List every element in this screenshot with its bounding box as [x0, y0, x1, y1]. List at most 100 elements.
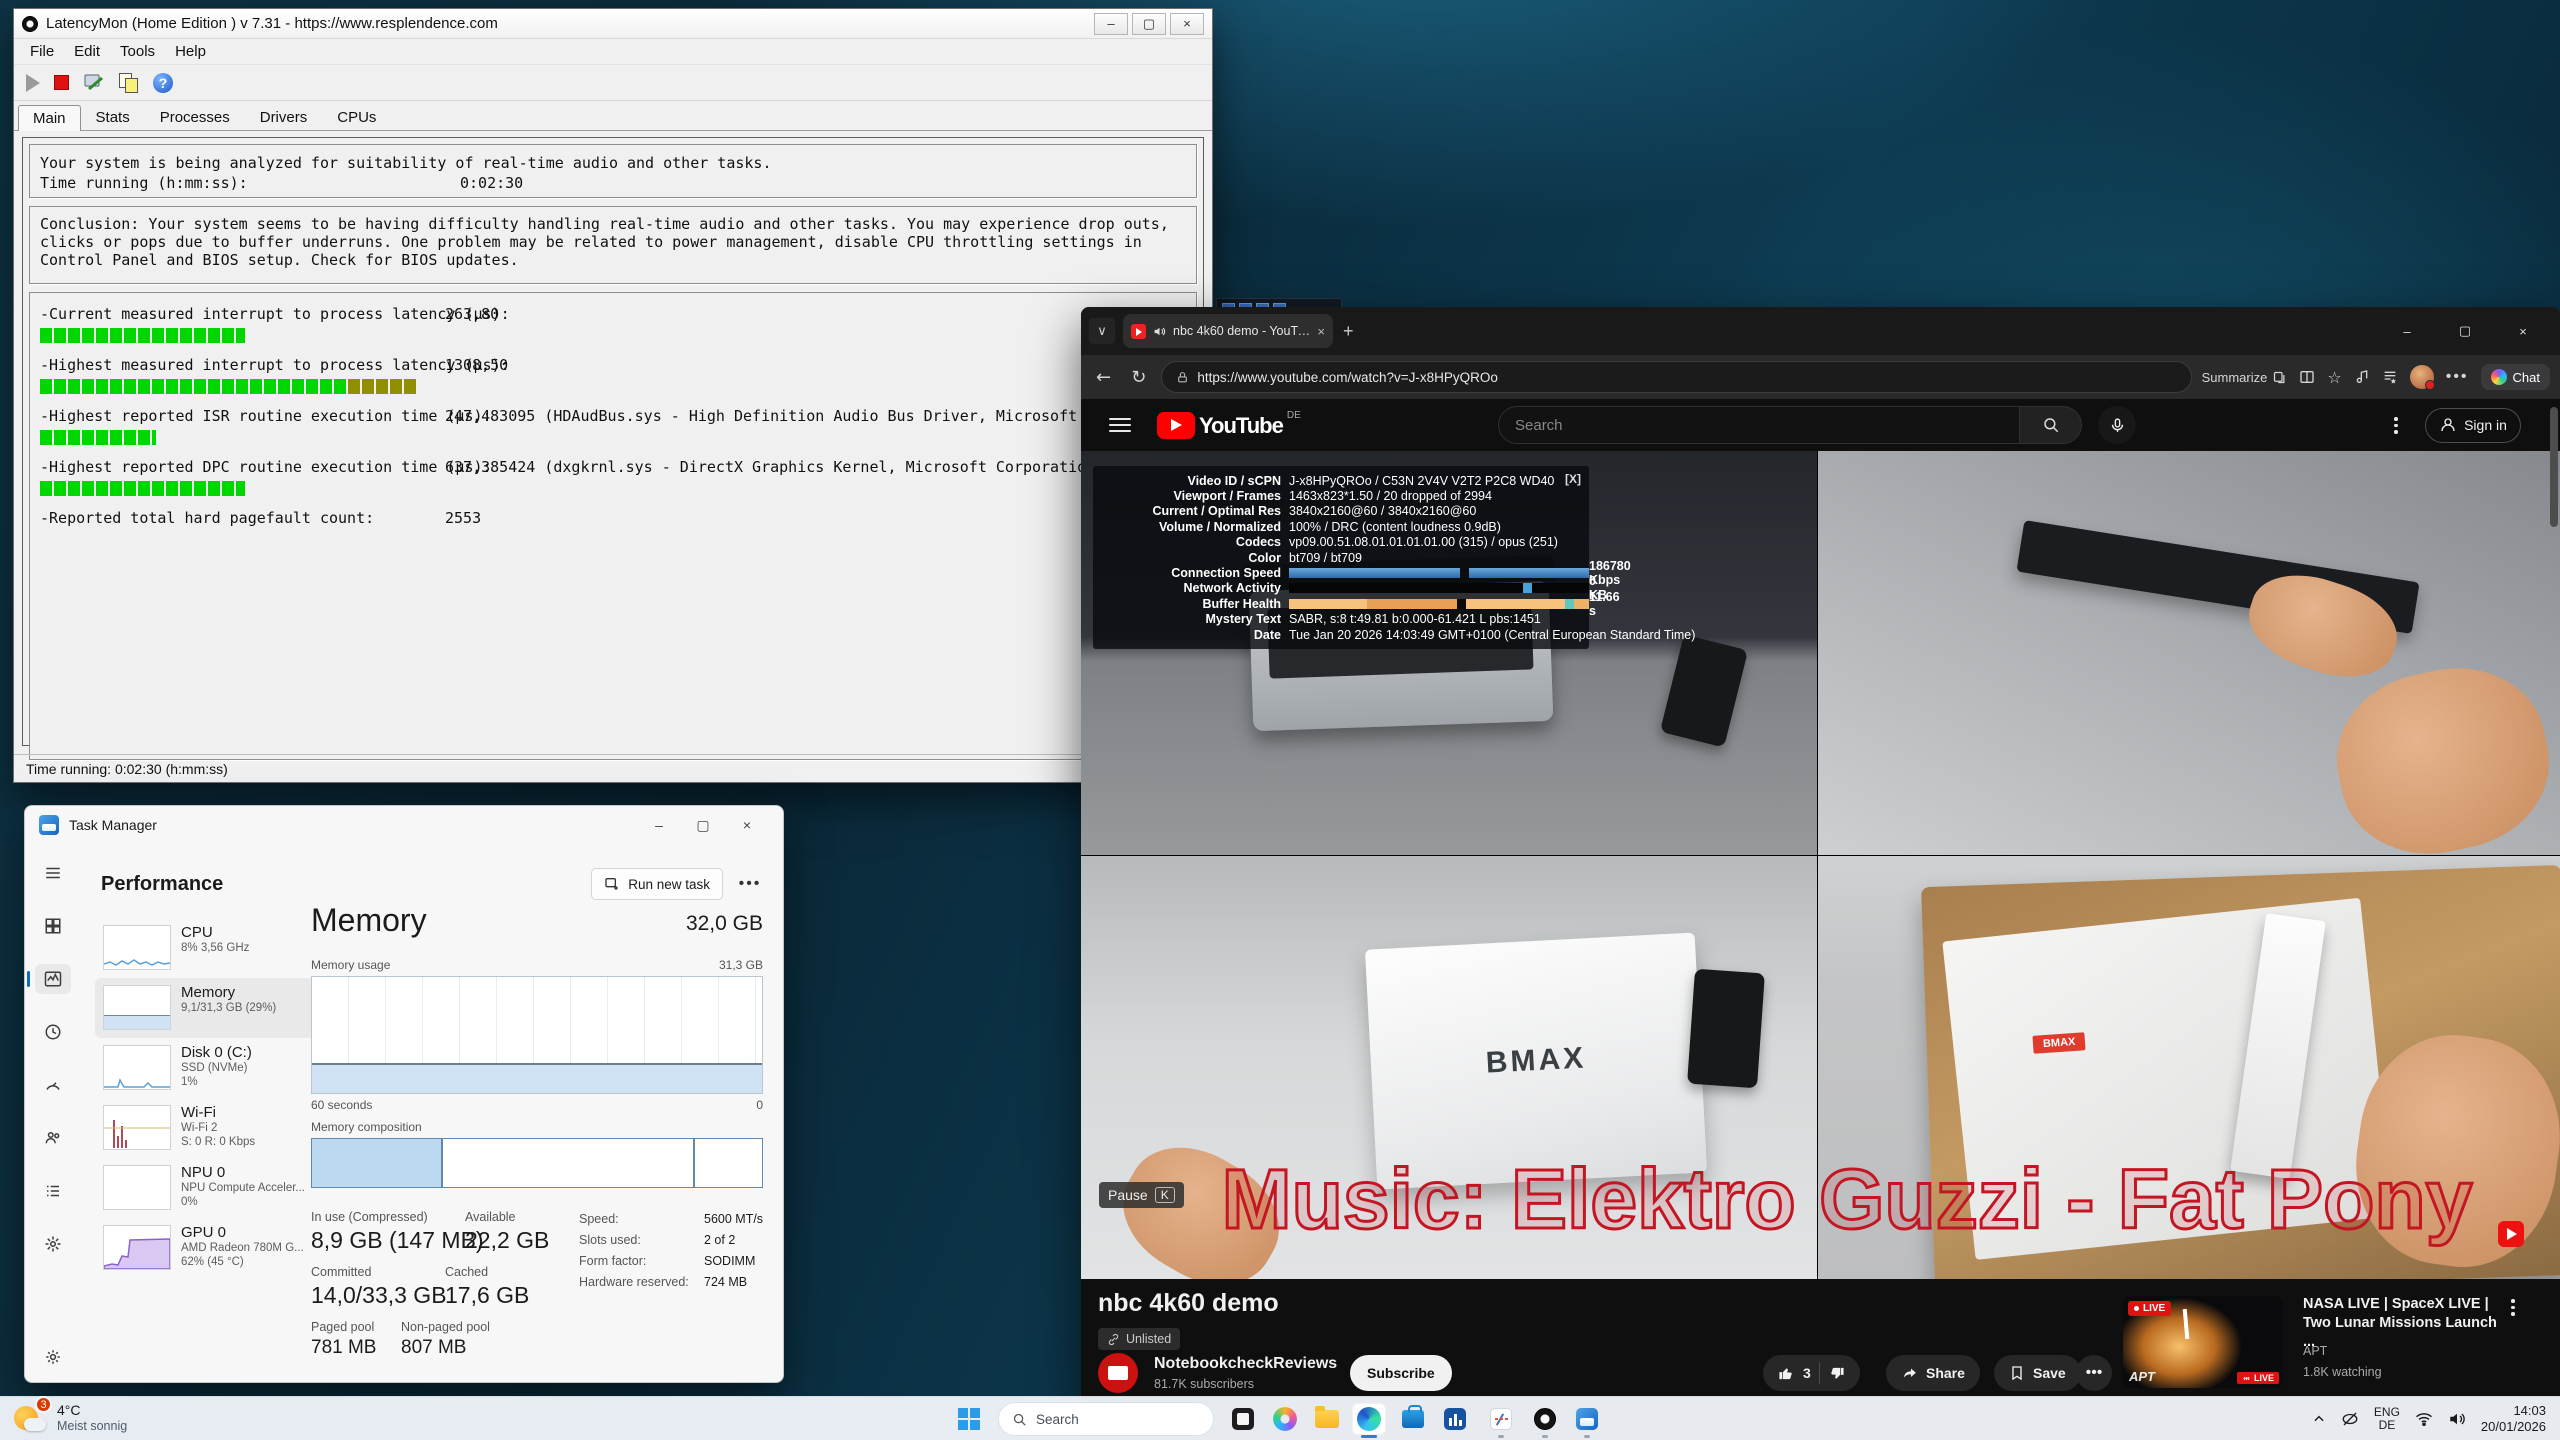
menu-help[interactable]: Help — [165, 40, 216, 63]
list-item-cpu[interactable]: CPU 8% 3,56 GHz — [95, 918, 317, 978]
video-more-button[interactable]: ••• — [2076, 1355, 2112, 1391]
thumbs-up-icon[interactable] — [1778, 1365, 1795, 1382]
list-item-disk[interactable]: Disk 0 (C:) SSD (NVMe) 1% — [95, 1038, 317, 1098]
thumbs-down-icon[interactable] — [1828, 1365, 1845, 1382]
suggested-video-menu-icon[interactable] — [2511, 1299, 2515, 1316]
nav-menu-icon[interactable] — [35, 858, 71, 888]
more-options-button[interactable]: ••• — [733, 869, 767, 899]
microsoft-store-icon[interactable] — [1396, 1403, 1430, 1435]
list-item-wifi[interactable]: Wi-Fi Wi-Fi 2 S: 0 R: 0 Kbps — [95, 1098, 317, 1158]
youtube-settings-icon[interactable] — [2394, 417, 2398, 434]
menu-edit[interactable]: Edit — [64, 40, 110, 63]
refresh-icon[interactable]: ↻ — [1126, 367, 1151, 388]
taskbar-search[interactable]: Search — [998, 1402, 1214, 1436]
minimize-button[interactable]: – — [1094, 13, 1128, 35]
browser-more-icon[interactable]: ••• — [2446, 368, 2469, 386]
taskbar-widgets-app-icon[interactable] — [1226, 1403, 1260, 1435]
edge-browser-icon[interactable] — [1352, 1403, 1386, 1435]
list-item-npu[interactable]: NPU 0 NPU Compute Acceler... 0% — [95, 1158, 317, 1218]
minimize-button[interactable]: – — [2378, 314, 2436, 348]
page-scrollbar[interactable] — [2550, 407, 2558, 527]
tab-audio-icon[interactable] — [1153, 325, 1166, 338]
settings-gear-icon[interactable] — [35, 1342, 71, 1372]
search-input[interactable] — [1498, 406, 2020, 444]
address-bar[interactable]: https://www.youtube.com/watch?v=J-x8HPyQ… — [1161, 361, 2191, 393]
profile-avatar[interactable] — [2410, 365, 2434, 389]
help-icon[interactable]: ? — [153, 73, 173, 93]
taskbar-clock[interactable]: 14:03 20/01/2026 — [2481, 1403, 2546, 1435]
nav-services-icon[interactable] — [35, 1229, 71, 1259]
list-item-gpu[interactable]: GPU 0 AMD Radeon 780M G... 62% (45 °C) — [95, 1218, 317, 1278]
list-item-memory[interactable]: Memory 9,1/31,3 GB (29%) — [95, 978, 317, 1038]
tab-stats[interactable]: Stats — [81, 104, 145, 130]
nav-performance-icon[interactable] — [35, 964, 71, 994]
memory-composition-bar[interactable] — [311, 1138, 763, 1188]
suggested-video-thumbnail[interactable]: LIVE APT LIVE — [2123, 1296, 2283, 1388]
suggested-video-channel[interactable]: APT — [2303, 1344, 2327, 1358]
nav-users-icon[interactable] — [35, 1123, 71, 1153]
analyze-icon[interactable] — [83, 72, 105, 94]
tab-cpus[interactable]: CPUs — [322, 104, 391, 130]
suggested-video-title[interactable]: NASA LIVE | SpaceX LIVE | Two Lunar Miss… — [2303, 1295, 2503, 1352]
tray-chevron-icon[interactable] — [2312, 1412, 2326, 1426]
eye-off-icon[interactable] — [2341, 1410, 2359, 1428]
stats-close-button[interactable]: [X] — [1565, 472, 1581, 486]
run-new-task-button[interactable]: Run new task — [591, 868, 723, 900]
snipping-tool-icon[interactable] — [1484, 1403, 1518, 1435]
start-monitor-icon[interactable] — [26, 74, 40, 92]
split-screen-icon[interactable] — [2299, 369, 2315, 385]
start-button[interactable] — [952, 1403, 986, 1435]
tab-drivers[interactable]: Drivers — [245, 104, 323, 130]
youtube-logo[interactable]: YouTube DE — [1157, 412, 1301, 439]
task-manager-titlebar[interactable]: Task Manager – ▢ × — [25, 806, 783, 844]
nav-processes-icon[interactable] — [35, 911, 71, 941]
chat-button[interactable]: Chat — [2481, 364, 2550, 390]
new-tab-button[interactable]: + — [1343, 321, 1354, 342]
maximize-button[interactable]: ▢ — [1132, 13, 1166, 35]
voice-search-button[interactable] — [2098, 406, 2136, 444]
video-player[interactable]: BMAX BMAX [X] Video ID / sCPNJ-x8HPyQROo… — [1081, 451, 2560, 1279]
sign-in-button[interactable]: Sign in — [2425, 408, 2521, 443]
tab-processes[interactable]: Processes — [145, 104, 245, 130]
copilot-icon[interactable] — [1268, 1403, 1302, 1435]
like-dislike-buttons[interactable]: 3 — [1763, 1355, 1860, 1391]
search-button[interactable] — [2020, 406, 2082, 444]
language-switcher[interactable]: ENGDE — [2374, 1406, 2400, 1432]
subscribe-button[interactable]: Subscribe — [1350, 1355, 1452, 1391]
menu-tools[interactable]: Tools — [110, 40, 165, 63]
wifi-icon[interactable] — [2415, 1410, 2433, 1428]
tab-close-icon[interactable]: × — [1317, 324, 1325, 339]
nav-startup-icon[interactable] — [35, 1070, 71, 1100]
minimize-button[interactable]: – — [637, 808, 681, 842]
channel-name[interactable]: NotebookcheckReviews — [1154, 1355, 1337, 1373]
nav-details-icon[interactable] — [35, 1176, 71, 1206]
report-icon[interactable] — [119, 73, 139, 93]
channel-avatar[interactable] — [1098, 1353, 1138, 1393]
latencymon-taskbar-icon[interactable] — [1528, 1403, 1562, 1435]
save-button[interactable]: Save — [1994, 1355, 2081, 1391]
close-button[interactable]: × — [725, 808, 769, 842]
maximize-button[interactable]: ▢ — [681, 808, 725, 842]
close-button[interactable]: × — [1170, 13, 1204, 35]
favorites-star-icon[interactable]: ☆ — [2327, 368, 2341, 387]
maximize-button[interactable]: ▢ — [2436, 314, 2494, 348]
tab-search-chevron-icon[interactable]: ∨ — [1089, 318, 1115, 344]
close-button[interactable]: × — [2494, 314, 2552, 348]
menu-file[interactable]: File — [20, 40, 64, 63]
collections-icon[interactable] — [2382, 369, 2398, 385]
benchmark-app-icon[interactable] — [1438, 1403, 1472, 1435]
stop-monitor-icon[interactable] — [54, 75, 69, 90]
nav-app-history-icon[interactable] — [35, 1017, 71, 1047]
task-manager-taskbar-icon[interactable] — [1570, 1403, 1604, 1435]
latencymon-titlebar[interactable]: LatencyMon (Home Edition ) v 7.31 - http… — [14, 9, 1212, 39]
youtube-menu-icon[interactable] — [1109, 418, 1131, 432]
back-icon[interactable]: ← — [1091, 367, 1116, 388]
volume-icon[interactable] — [2448, 1410, 2466, 1428]
tab-main[interactable]: Main — [18, 105, 81, 131]
summarize-button[interactable]: Summarize — [2202, 370, 2288, 385]
taskbar-weather-widget[interactable]: 3 4°C Meist sonnig — [12, 1400, 127, 1436]
browser-tab[interactable]: nbc 4k60 demo - YouTube × — [1123, 314, 1333, 348]
file-explorer-icon[interactable] — [1310, 1403, 1344, 1435]
youtube-watermark-icon[interactable] — [2498, 1221, 2524, 1247]
media-hub-icon[interactable] — [2354, 369, 2370, 385]
